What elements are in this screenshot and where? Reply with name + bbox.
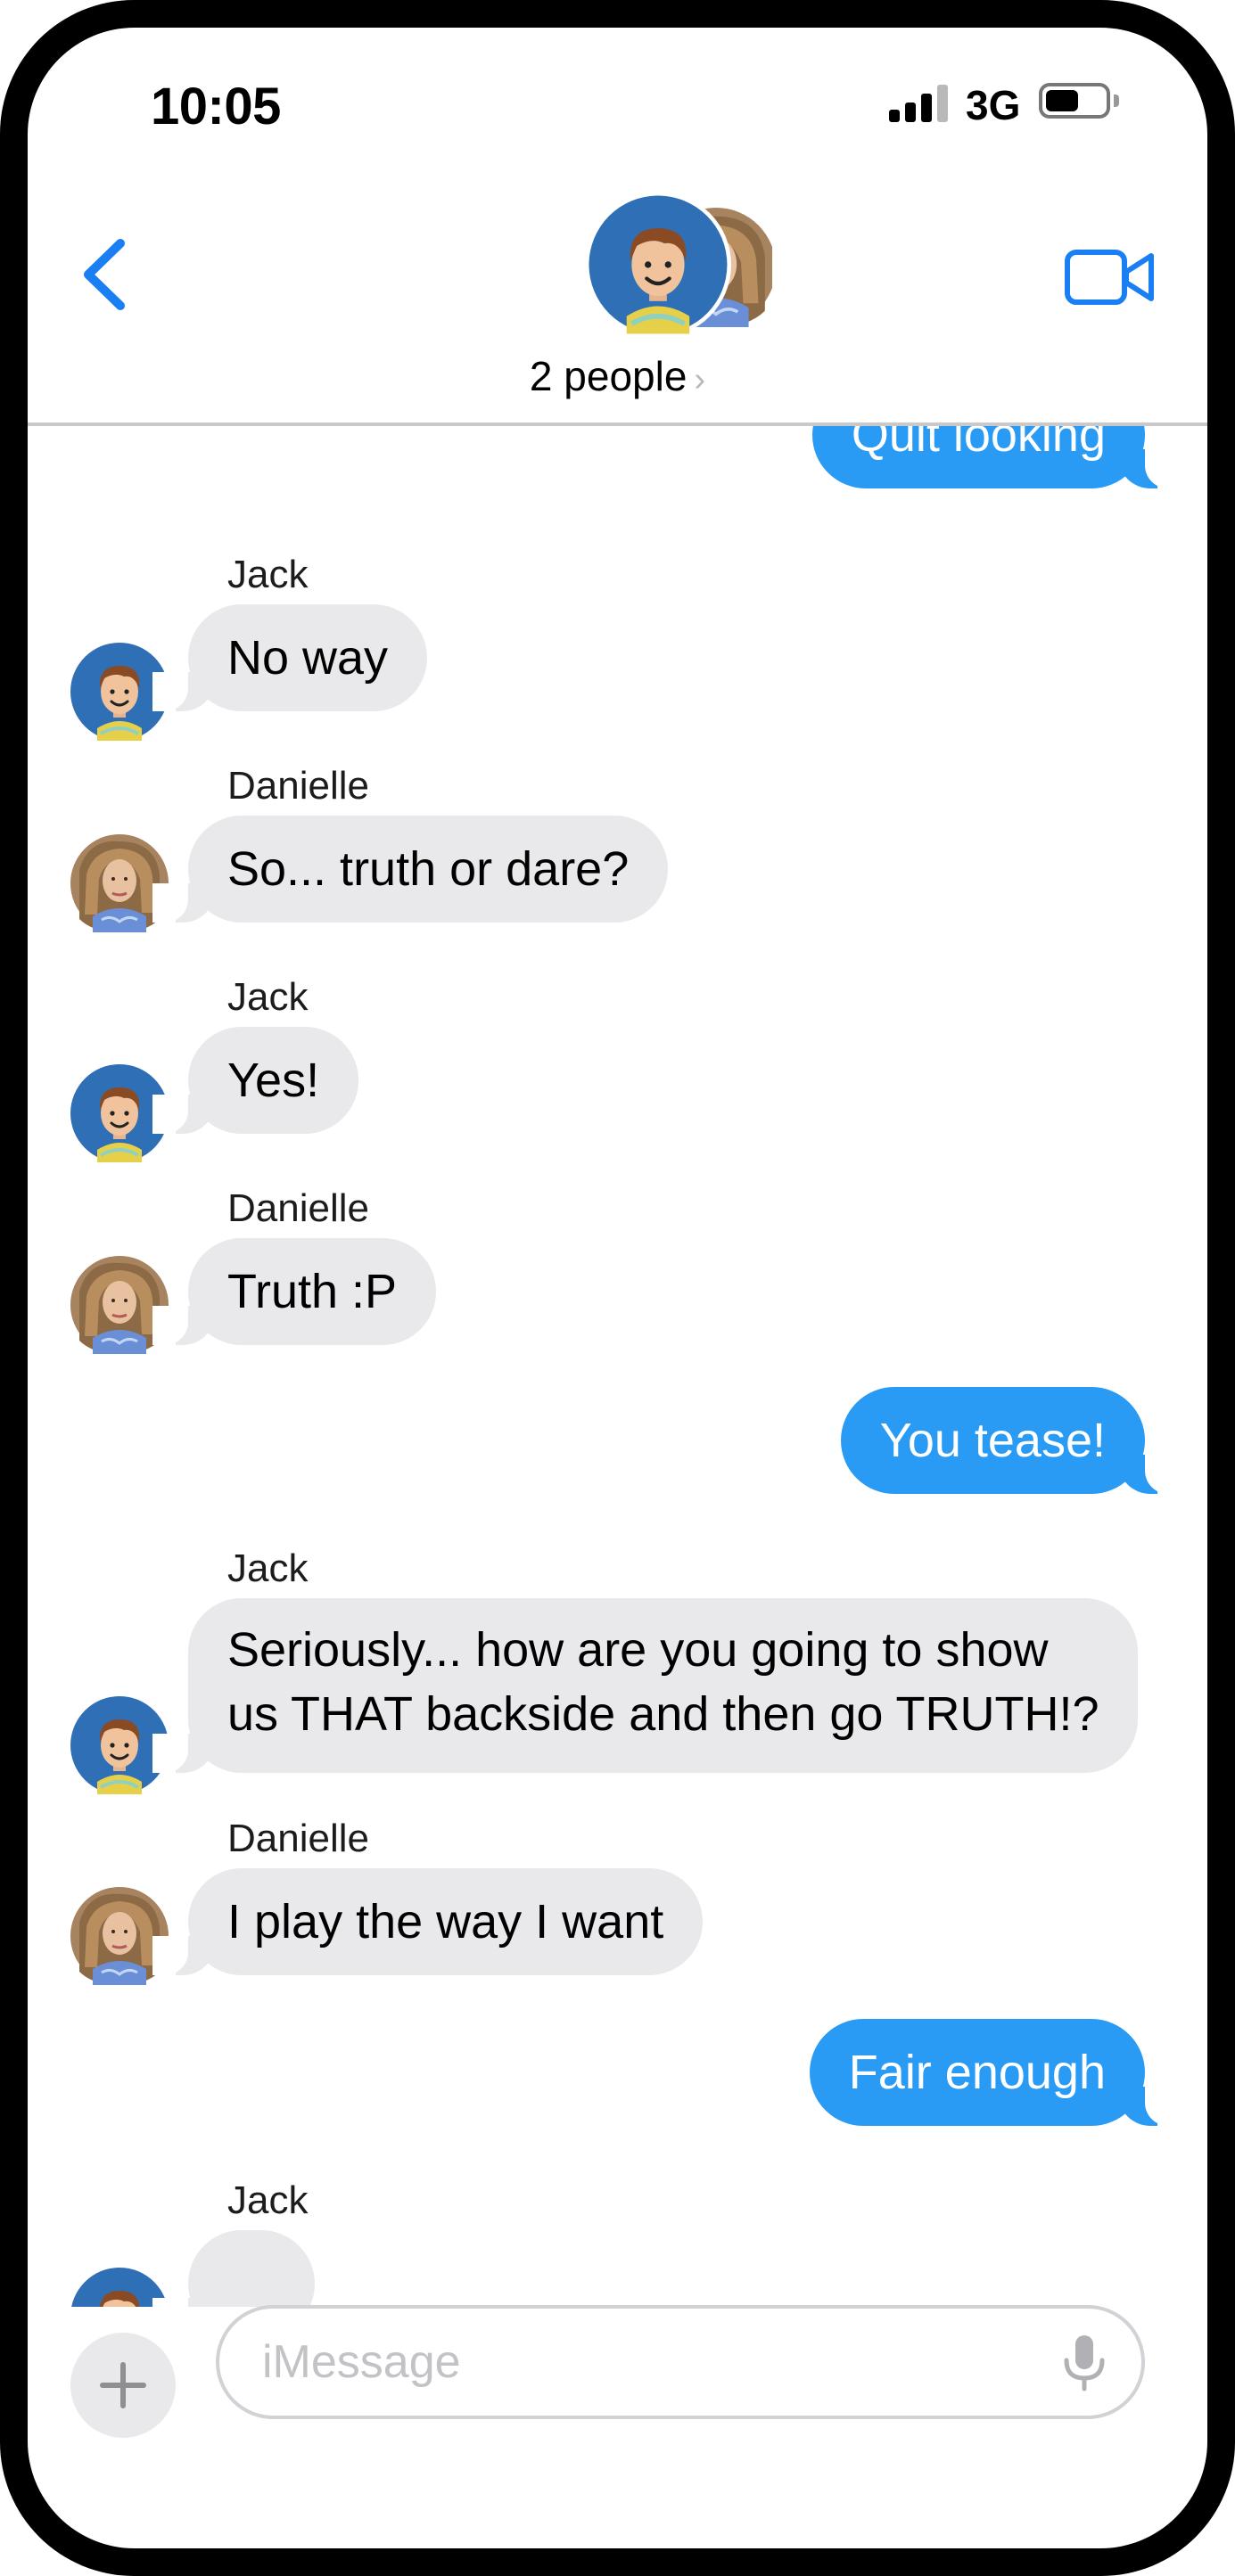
sender-name: Jack bbox=[227, 975, 309, 1019]
message-text: I play the way I want bbox=[227, 1895, 664, 1948]
message-text: Fair enough bbox=[848, 2046, 1106, 2099]
message-bubble-incoming[interactable]: So... truth or dare? bbox=[152, 816, 669, 923]
plus-icon bbox=[100, 2362, 146, 2408]
sender-name: Danielle bbox=[227, 764, 369, 808]
message-input[interactable] bbox=[216, 2305, 1145, 2419]
message-text: Truth :P bbox=[227, 1265, 398, 1318]
jack-group-avatar bbox=[585, 192, 731, 338]
message-text-line: us THAT backside and then go TRUTH!? bbox=[227, 1687, 1099, 1741]
device-frame: 10:05 3G 2 people › Quit looking Jack No… bbox=[0, 0, 1235, 2576]
message-thread[interactable]: Quit looking Jack No way Danielle So... … bbox=[28, 426, 1207, 2307]
message-bubble-outgoing[interactable]: Fair enough bbox=[809, 2019, 1181, 2126]
chevron-right-icon: › bbox=[694, 361, 706, 398]
chevron-left-icon bbox=[84, 239, 125, 310]
danielle-avatar[interactable] bbox=[70, 1239, 169, 1371]
message-bubble-incoming[interactable]: Yes! bbox=[152, 1027, 359, 1134]
sender-name: Jack bbox=[227, 2178, 309, 2222]
video-call-button[interactable] bbox=[1062, 242, 1160, 313]
message-text: No way bbox=[227, 631, 389, 685]
sender-name: Danielle bbox=[227, 1817, 369, 1860]
message-bubble-incoming[interactable]: No way bbox=[152, 604, 428, 711]
battery-icon bbox=[1039, 83, 1110, 119]
message-text: So... truth or dare? bbox=[227, 842, 630, 896]
sender-name: Jack bbox=[227, 553, 309, 596]
message-text: Yes! bbox=[227, 1054, 320, 1107]
group-label-text: 2 people bbox=[529, 353, 687, 399]
message-text-line: Seriously... how are you going to show bbox=[227, 1623, 1049, 1677]
battery-tip bbox=[1114, 94, 1119, 107]
status-time: 10:05 bbox=[151, 78, 281, 135]
apps-plus-button[interactable] bbox=[70, 2333, 176, 2438]
back-button[interactable] bbox=[67, 226, 138, 324]
sender-name: Danielle bbox=[227, 1186, 369, 1230]
group-avatar[interactable] bbox=[585, 192, 772, 338]
video-camera-icon bbox=[1065, 250, 1154, 305]
microphone-icon bbox=[1064, 2335, 1105, 2391]
message-text: You tease! bbox=[879, 1414, 1106, 1467]
message-text: Quit looking bbox=[851, 426, 1106, 462]
screen: 10:05 3G 2 people › Quit looking Jack No… bbox=[28, 28, 1207, 2548]
dictation-button[interactable] bbox=[1058, 2332, 1111, 2394]
message-bubble-incoming[interactable]: Seriously... how are you going to show u… bbox=[152, 1598, 1139, 1773]
message-bubble-incoming[interactable] bbox=[152, 2230, 315, 2307]
signal-strength-icon bbox=[889, 83, 948, 122]
sender-name: Jack bbox=[227, 1546, 309, 1590]
group-label[interactable]: 2 people › bbox=[28, 352, 1207, 400]
message-bubble-outgoing[interactable]: Quit looking bbox=[811, 426, 1181, 488]
message-bubble-outgoing[interactable]: You tease! bbox=[840, 1387, 1181, 1494]
network-type: 3G bbox=[966, 82, 1021, 128]
message-bubble-incoming[interactable]: I play the way I want bbox=[152, 1868, 704, 1975]
message-bubble-incoming[interactable]: Truth :P bbox=[152, 1238, 437, 1345]
